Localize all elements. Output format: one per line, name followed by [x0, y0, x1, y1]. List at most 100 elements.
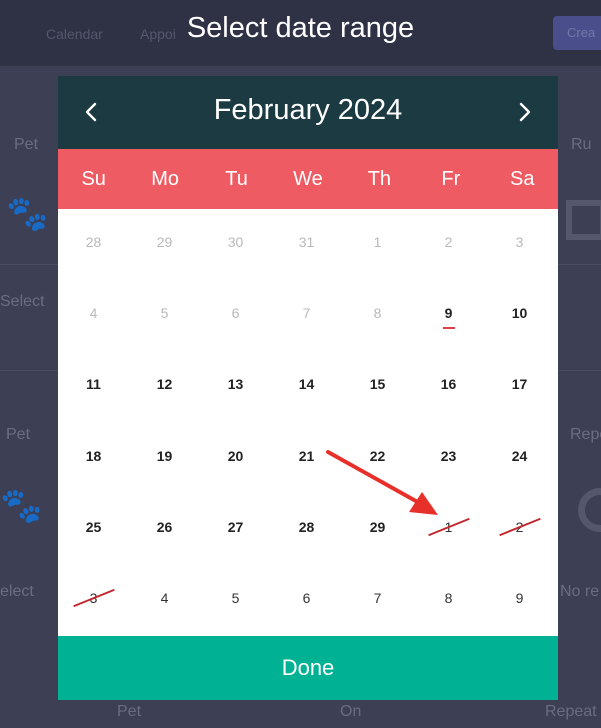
day-number: 17 [511, 376, 528, 392]
day-cell[interactable]: 22 [342, 448, 413, 464]
day-number: 13 [227, 376, 244, 392]
done-button[interactable]: Done [58, 636, 558, 700]
weekday-header-row: Su Mo Tu We Th Fr Sa [58, 149, 558, 209]
weekday-label: Sa [510, 168, 535, 190]
day-cell[interactable]: 11 [58, 376, 129, 392]
day-cell[interactable]: 27 [200, 519, 271, 535]
day-cell[interactable]: 12 [129, 376, 200, 392]
next-month-button[interactable] [512, 100, 536, 124]
day-cell[interactable]: 9 [413, 305, 484, 329]
day-cell[interactable]: 3 [58, 588, 129, 608]
day-cell[interactable]: 14 [271, 376, 342, 392]
day-number: 5 [160, 305, 169, 321]
day-number: 12 [156, 376, 173, 392]
weekday-label: Fr [441, 168, 461, 190]
strikethrough-mark [498, 517, 541, 537]
day-number: 2 [444, 234, 453, 250]
day-number: 26 [156, 519, 173, 535]
day-number: 18 [85, 448, 102, 464]
day-cell[interactable]: 6 [271, 590, 342, 606]
paw-icon: 🐾 [6, 195, 49, 233]
day-cell[interactable]: 18 [58, 448, 129, 464]
day-cell[interactable]: 3 [484, 234, 555, 250]
day-cell[interactable]: 21 [271, 448, 342, 464]
day-cell[interactable]: 28 [271, 519, 342, 535]
day-cell[interactable]: 26 [129, 519, 200, 535]
weekday-label: We [293, 168, 323, 190]
day-number: 7 [302, 305, 311, 321]
day-cell[interactable]: 7 [342, 590, 413, 606]
day-number: 20 [227, 448, 244, 464]
day-number: 2 [498, 517, 541, 537]
day-cell[interactable]: 5 [129, 305, 200, 321]
day-number: 9 [442, 305, 455, 329]
day-cell[interactable]: 29 [342, 519, 413, 535]
day-number: 4 [89, 305, 98, 321]
weekday-label: Mo [151, 168, 180, 190]
today-indicator [442, 327, 455, 329]
day-number: 8 [444, 590, 453, 606]
day-cell[interactable]: 4 [129, 590, 200, 606]
bg-label-on: On [340, 703, 362, 720]
day-cell[interactable]: 8 [342, 305, 413, 321]
day-cell[interactable]: 25 [58, 519, 129, 535]
day-number: 9 [515, 590, 524, 606]
day-cell[interactable]: 19 [129, 448, 200, 464]
day-cell[interactable]: 6 [200, 305, 271, 321]
day-cell[interactable]: 9 [484, 590, 555, 606]
day-cell[interactable]: 2 [413, 234, 484, 250]
day-cell[interactable]: 28 [58, 234, 129, 250]
strikethrough-mark [72, 588, 115, 608]
date-range-picker: February 2024 Su Mo Tu We Th Fr Sa 28 29 30 31 1 2 3… [58, 76, 558, 700]
day-number: 28 [298, 519, 315, 535]
day-number: 29 [156, 234, 173, 250]
day-cell[interactable]: 16 [413, 376, 484, 392]
bg-label-ru: Ru [571, 136, 592, 153]
day-cell[interactable]: 15 [342, 376, 413, 392]
day-number: 10 [511, 305, 528, 321]
day-cell[interactable]: 24 [484, 448, 555, 464]
day-cell[interactable]: 31 [271, 234, 342, 250]
day-cell[interactable]: 20 [200, 448, 271, 464]
bg-label-pet: Pet [14, 136, 39, 153]
day-cell[interactable]: 23 [413, 448, 484, 464]
strikethrough-mark [427, 517, 470, 537]
day-number: 24 [511, 448, 528, 464]
day-cell[interactable]: 13 [200, 376, 271, 392]
bg-label-repeat-2: Repeat [545, 703, 597, 720]
day-cell[interactable]: 4 [58, 305, 129, 321]
day-cell[interactable]: 8 [413, 590, 484, 606]
day-cell[interactable]: 1 [342, 234, 413, 250]
day-number: 11 [86, 376, 101, 392]
paw-icon: 🐾 [0, 487, 43, 525]
day-cell[interactable]: 30 [200, 234, 271, 250]
day-grid: 28 29 30 31 1 2 3 4 5 6 7 8 9 10 11 12 13 14 15 16 17 18 19 20 2… [58, 209, 558, 636]
day-number: 23 [440, 448, 457, 464]
day-cell[interactable]: 2 [484, 517, 555, 537]
day-number: 7 [373, 590, 382, 606]
day-number: 6 [302, 590, 311, 606]
day-number: 3 [515, 234, 524, 250]
bg-label-select: Select [0, 293, 45, 310]
circle-icon [578, 488, 601, 532]
day-cell[interactable]: 5 [200, 590, 271, 606]
day-number: 28 [85, 234, 102, 250]
bg-label-repeat: Repe [570, 426, 601, 443]
day-cell[interactable]: 29 [129, 234, 200, 250]
day-number: 4 [160, 590, 169, 606]
weekday-label: Th [367, 168, 392, 190]
day-number: 30 [227, 234, 244, 250]
box-icon [566, 200, 601, 240]
day-number: 16 [440, 376, 457, 392]
day-number: 22 [369, 448, 386, 464]
bg-label-pet-2: Pet [6, 426, 31, 443]
day-cell[interactable]: 17 [484, 376, 555, 392]
day-number: 27 [227, 519, 244, 535]
day-number: 19 [156, 448, 173, 464]
day-number: 5 [231, 590, 240, 606]
bg-label-pet-3: Pet [117, 703, 142, 720]
day-cell[interactable]: 10 [484, 305, 555, 321]
day-cell[interactable]: 7 [271, 305, 342, 321]
bg-label-no-repeat: No re [560, 583, 600, 600]
day-cell[interactable]: 1 [413, 517, 484, 537]
